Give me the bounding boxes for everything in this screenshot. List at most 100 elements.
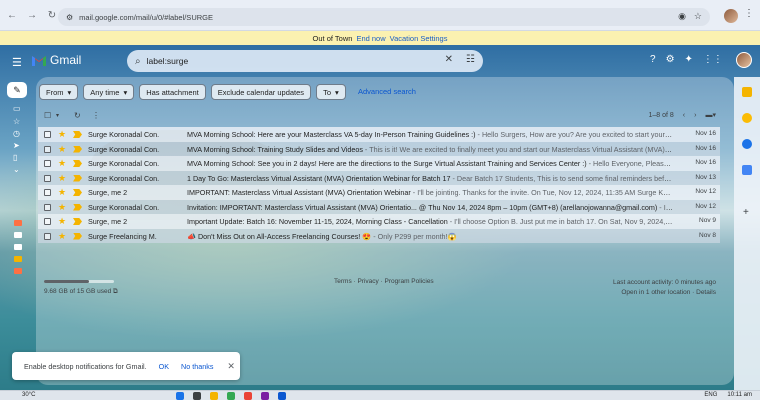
star-icon[interactable]: ★	[58, 187, 66, 198]
tasks-icon[interactable]	[742, 139, 752, 149]
important-marker-icon[interactable]	[73, 174, 82, 182]
add-addon-icon[interactable]: +	[743, 207, 749, 218]
exclude-calendar-chip[interactable]: Exclude calendar updates	[210, 84, 312, 100]
account-avatar[interactable]	[736, 52, 752, 68]
inbox-icon[interactable]: ▭	[13, 104, 21, 113]
close-icon[interactable]: ✕	[227, 361, 235, 372]
star-icon[interactable]: ★	[58, 173, 66, 184]
to-filter-chip[interactable]: To ▾	[316, 84, 346, 100]
snoozed-icon[interactable]: ◷	[13, 129, 20, 138]
main-menu-icon[interactable]: ☰	[12, 56, 22, 69]
eye-icon[interactable]: ◉	[678, 11, 686, 22]
label-orange-icon[interactable]	[14, 220, 22, 226]
important-marker-icon[interactable]	[73, 232, 82, 240]
calendar-icon[interactable]	[742, 87, 752, 97]
important-marker-icon[interactable]	[73, 189, 82, 196]
important-marker-icon[interactable]	[73, 218, 82, 225]
starred-icon[interactable]: ☆	[13, 117, 20, 126]
important-marker-icon[interactable]	[73, 203, 82, 211]
drafts-icon[interactable]: ▯	[13, 153, 17, 162]
settings-gear-icon[interactable]: ⚙	[666, 54, 675, 65]
browser-profile-avatar[interactable]	[724, 9, 738, 23]
clear-search-icon[interactable]: ✕	[445, 54, 453, 65]
search-bar[interactable]: ⌕ ✕ ☷	[127, 50, 483, 72]
site-info-icon[interactable]: ⚙	[66, 13, 73, 22]
app-red-icon[interactable]	[244, 392, 252, 400]
email-row[interactable]: ★ Surge, me 2 IMPORTANT: Masterclass Virtu…	[38, 185, 720, 200]
row-checkbox[interactable]	[44, 189, 51, 196]
forward-icon[interactable]: →	[24, 7, 40, 23]
search-input[interactable]	[146, 56, 427, 66]
row-checkbox[interactable]	[44, 218, 51, 225]
gmail-logo[interactable]: Gmail	[32, 53, 81, 67]
search-options-icon[interactable]: ☷	[466, 54, 475, 65]
refresh-icon[interactable]: ↻	[74, 111, 81, 120]
label-yellow-icon[interactable]	[14, 256, 22, 262]
label-white-2-icon[interactable]	[14, 244, 22, 250]
back-icon[interactable]: ←	[4, 7, 20, 23]
end-now-link[interactable]: End now	[356, 34, 385, 43]
app-purple-icon[interactable]	[261, 392, 269, 400]
row-checkbox[interactable]	[44, 203, 51, 211]
star-icon[interactable]: ★	[58, 144, 66, 155]
row-checkbox[interactable]	[44, 160, 51, 167]
next-page-icon[interactable]: ›	[694, 112, 696, 119]
keep-icon[interactable]	[742, 113, 752, 123]
email-row[interactable]: ★ Surge Freelancing M. 📣 Don't Miss Out on…	[38, 228, 720, 243]
search-icon[interactable]: ⌕	[135, 56, 141, 67]
star-icon[interactable]: ★	[58, 129, 66, 140]
chrome-icon[interactable]	[227, 392, 235, 400]
row-checkbox[interactable]	[44, 232, 51, 240]
important-marker-icon[interactable]	[73, 131, 82, 138]
label-white-icon[interactable]	[14, 232, 22, 238]
external-link-icon[interactable]: ⧉	[113, 288, 118, 295]
important-marker-icon[interactable]	[73, 160, 82, 167]
weather-text[interactable]: 30°C	[22, 392, 35, 398]
clock[interactable]: 10:11 am	[727, 392, 752, 398]
compose-button[interactable]: ✎	[7, 82, 27, 98]
star-icon[interactable]: ★	[58, 216, 66, 227]
file-explorer-icon[interactable]	[210, 392, 218, 400]
browser-menu-icon[interactable]: ⋮	[744, 8, 754, 19]
prev-page-icon[interactable]: ‹	[683, 112, 685, 119]
label-orange-2-icon[interactable]	[14, 268, 22, 274]
snackbar-ok-button[interactable]: OK	[159, 362, 169, 371]
language-indicator[interactable]: ENG	[704, 392, 717, 398]
star-icon[interactable]: ★	[58, 231, 66, 242]
star-icon[interactable]: ★	[58, 202, 66, 213]
row-checkbox[interactable]	[44, 145, 51, 153]
select-dropdown-icon[interactable]: ▾	[56, 112, 59, 119]
email-row[interactable]: ★ Surge Koronadal Con. 1 Day To Go: Master…	[38, 170, 720, 185]
star-icon[interactable]: ★	[58, 158, 66, 169]
open-in-locations[interactable]: Open in 1 other location · Details	[613, 288, 716, 298]
footer-links[interactable]: Terms · Privacy · Program Policies	[334, 278, 434, 285]
task-search-icon[interactable]	[193, 392, 201, 400]
address-bar[interactable]: ⚙ mail.google.com/mail/u/0/#label/SURGE …	[58, 8, 710, 26]
email-row[interactable]: ★ Surge Koronadal Con. Invitation: IMPORTA…	[38, 199, 720, 214]
has-attachment-chip[interactable]: Has attachment	[139, 84, 206, 100]
gemini-sparkle-icon[interactable]: ✦	[685, 54, 693, 65]
any-time-filter-chip[interactable]: Any time ▾	[83, 84, 135, 100]
email-row[interactable]: ★ Surge Koronadal Con. MVA Morning School:…	[38, 156, 720, 171]
url-text[interactable]: mail.google.com/mail/u/0/#label/SURGE	[79, 13, 213, 22]
app-blue-icon[interactable]	[278, 392, 286, 400]
email-row[interactable]: ★ Surge Koronadal Con. MVA Morning School:…	[38, 141, 720, 156]
from-filter-chip[interactable]: From ▾	[39, 84, 79, 100]
advanced-search-link[interactable]: Advanced search	[358, 87, 416, 96]
row-checkbox[interactable]	[44, 174, 51, 182]
start-icon[interactable]	[176, 392, 184, 400]
sent-icon[interactable]: ➤	[13, 141, 20, 150]
density-icon[interactable]: ▬▾	[705, 111, 716, 119]
apps-grid-icon[interactable]: ⋮⋮	[703, 54, 723, 65]
email-row[interactable]: ★ Surge Koronadal Con. MVA Morning School:…	[38, 127, 720, 142]
snackbar-no-thanks-button[interactable]: No thanks	[181, 362, 213, 371]
help-icon[interactable]: ?	[650, 54, 656, 65]
bookmark-star-icon[interactable]: ☆	[694, 11, 702, 22]
email-row[interactable]: ★ Surge, me 2 Important Update: Batch 16: …	[38, 214, 720, 229]
vacation-settings-link[interactable]: Vacation Settings	[390, 34, 448, 43]
select-all-checkbox-icon[interactable]: ☐	[44, 111, 51, 120]
more-icon[interactable]: ⌄	[13, 165, 20, 174]
row-checkbox[interactable]	[44, 131, 51, 138]
important-marker-icon[interactable]	[73, 145, 82, 153]
contacts-icon[interactable]	[742, 165, 752, 175]
